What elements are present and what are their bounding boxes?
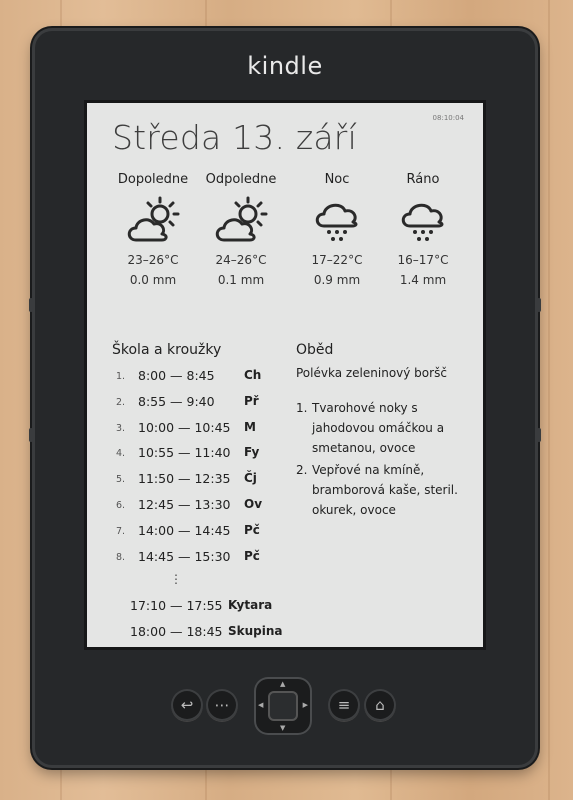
back-icon: ↩ (180, 696, 194, 714)
home-icon: ⌂ (375, 696, 385, 714)
hardware-controls: ↩ ⋯ ▲ ▼ ◀ ▶ ≡ ⌂ (32, 675, 538, 745)
weather-column-afternoon: Odpoledne 24–26°C 0.1 mm (196, 172, 286, 287)
schedule-list: 1. 8:00 — 8:45 Ch 2. 8:55 — 9:40 Př 3. 1… (112, 368, 282, 574)
lunch-item: 2. Vepřové na kmíně, bramborová kaše, st… (296, 460, 466, 520)
lesson-time: 12:45 — 13:30 (138, 496, 231, 512)
clock-text: 08:10:04 (432, 114, 464, 122)
kindle-device: kindle 08:10:04 Středa 13. září Dopoledn… (29, 28, 541, 768)
activity-name: Kytara (228, 598, 273, 612)
five-way-controller[interactable]: ▲ ▼ ◀ ▶ (254, 677, 312, 735)
lunch-item-number: 2. (296, 463, 308, 477)
keyboard-button[interactable]: ⋯ (206, 689, 238, 721)
schedule-row: 5. 11:50 — 12:35 Čj (112, 471, 282, 497)
rain-cloud-icon (292, 193, 382, 249)
lesson-number: 3. (116, 422, 126, 434)
left-page-button-lower[interactable] (29, 428, 33, 442)
activity-name: Skupina (228, 624, 283, 638)
lunch-item-text: Vepřové na kmíně, bramborová kaše, steri… (312, 463, 458, 517)
weather-column-night: Noc 17–22°C 0.9 mm (292, 172, 382, 287)
right-arrow-icon: ▶ (302, 701, 308, 709)
weather-forecast: Dopoledne 23–26°C 0.0 mm Odpoledne 24–26… (108, 172, 476, 302)
schedule-title: Škola a kroužky (112, 342, 222, 358)
lesson-subject: Př (244, 393, 259, 408)
weather-precipitation: 0.1 mm (217, 273, 265, 287)
down-arrow-icon: ▼ (280, 724, 286, 732)
weather-precipitation: 0.0 mm (129, 273, 177, 287)
eink-screen: 08:10:04 Středa 13. září Dopoledne 23–26… (84, 100, 486, 650)
lesson-number: 7. (116, 525, 126, 537)
keyboard-icon: ⋯ (214, 696, 230, 714)
date-title: Středa 13. září (112, 118, 357, 157)
lesson-subject: Ov (244, 496, 263, 511)
schedule-row: 6. 12:45 — 13:30 Ov (112, 497, 282, 523)
right-page-button-lower[interactable] (537, 428, 541, 442)
weather-period-label: Ráno (406, 172, 440, 187)
left-page-button-upper[interactable] (29, 298, 33, 312)
lunch-soup: Polévka zeleninový boršč (296, 366, 447, 380)
left-arrow-icon: ◀ (258, 701, 264, 709)
lesson-subject: Ch (244, 368, 262, 382)
schedule-row: 4. 10:55 — 11:40 Fy (112, 445, 282, 471)
lesson-number: 2. (116, 396, 126, 408)
lesson-subject: Pč (244, 522, 260, 537)
lesson-number: 4. (116, 448, 126, 460)
weather-period-label: Odpoledne (205, 172, 277, 187)
lunch-item: 1. Tvarohové noky s jahodovou omáčkou a … (296, 398, 466, 458)
weather-temperature: 23–26°C (127, 253, 179, 267)
activity-time: 18:00 — 18:45 (130, 624, 223, 639)
lesson-number: 6. (116, 499, 126, 511)
lesson-time: 8:00 — 8:45 (138, 368, 215, 383)
weather-temperature: 17–22°C (311, 253, 363, 267)
lesson-subject: Fy (244, 445, 260, 460)
ellipsis-separator: ⋮ (170, 572, 182, 586)
lesson-number: 5. (116, 474, 126, 486)
weather-period-label: Dopoledne (117, 172, 189, 187)
lesson-time: 14:00 — 14:45 (138, 522, 231, 538)
weather-temperature: 24–26°C (215, 253, 267, 267)
lunch-title: Oběd (296, 342, 334, 358)
lesson-time: 14:45 — 15:30 (138, 548, 231, 564)
weather-column-morning: Dopoledne 23–26°C 0.0 mm (108, 172, 198, 287)
lesson-time: 10:55 — 11:40 (138, 445, 231, 461)
lesson-time: 10:00 — 10:45 (138, 419, 231, 435)
menu-icon: ≡ (337, 696, 351, 714)
lunch-item-text: Tvarohové noky s jahodovou omáčkou a sme… (312, 401, 445, 455)
schedule-row: 7. 14:00 — 14:45 Pč (112, 523, 282, 549)
partly-cloudy-icon (196, 193, 286, 249)
schedule-row: 2. 8:55 — 9:40 Př (112, 394, 282, 420)
weather-precipitation: 1.4 mm (399, 273, 447, 287)
up-arrow-icon: ▲ (280, 680, 286, 688)
schedule-row: 3. 10:00 — 10:45 M (112, 420, 282, 446)
partly-cloudy-icon (108, 193, 198, 249)
lesson-number: 1. (116, 371, 126, 382)
lesson-time: 11:50 — 12:35 (138, 471, 231, 487)
lunch-menu-list: 1. Tvarohové noky s jahodovou omáčkou a … (296, 398, 466, 520)
activity-time: 17:10 — 17:55 (130, 598, 223, 613)
weather-precipitation: 0.9 mm (313, 273, 361, 287)
lesson-subject: Čj (244, 471, 257, 486)
select-button[interactable] (268, 691, 298, 721)
schedule-row: 1. 8:00 — 8:45 Ch (112, 368, 282, 394)
home-button[interactable]: ⌂ (364, 689, 396, 721)
right-page-button-upper[interactable] (537, 298, 541, 312)
weather-period-label: Noc (324, 172, 350, 187)
weather-temperature: 16–17°C (397, 253, 449, 267)
schedule-row: 8. 14:45 — 15:30 Pč (112, 549, 282, 575)
rain-cloud-icon (378, 193, 468, 249)
brand-logo: kindle (247, 52, 323, 80)
lunch-item-number: 1. (296, 401, 308, 415)
back-button[interactable]: ↩ (171, 689, 203, 721)
menu-button[interactable]: ≡ (328, 689, 360, 721)
lesson-number: 8. (116, 551, 126, 563)
lesson-subject: M (244, 419, 256, 434)
lesson-subject: Pč (244, 548, 260, 563)
weather-column-early-morning: Ráno 16–17°C 1.4 mm (378, 172, 468, 287)
lesson-time: 8:55 — 9:40 (138, 393, 215, 409)
